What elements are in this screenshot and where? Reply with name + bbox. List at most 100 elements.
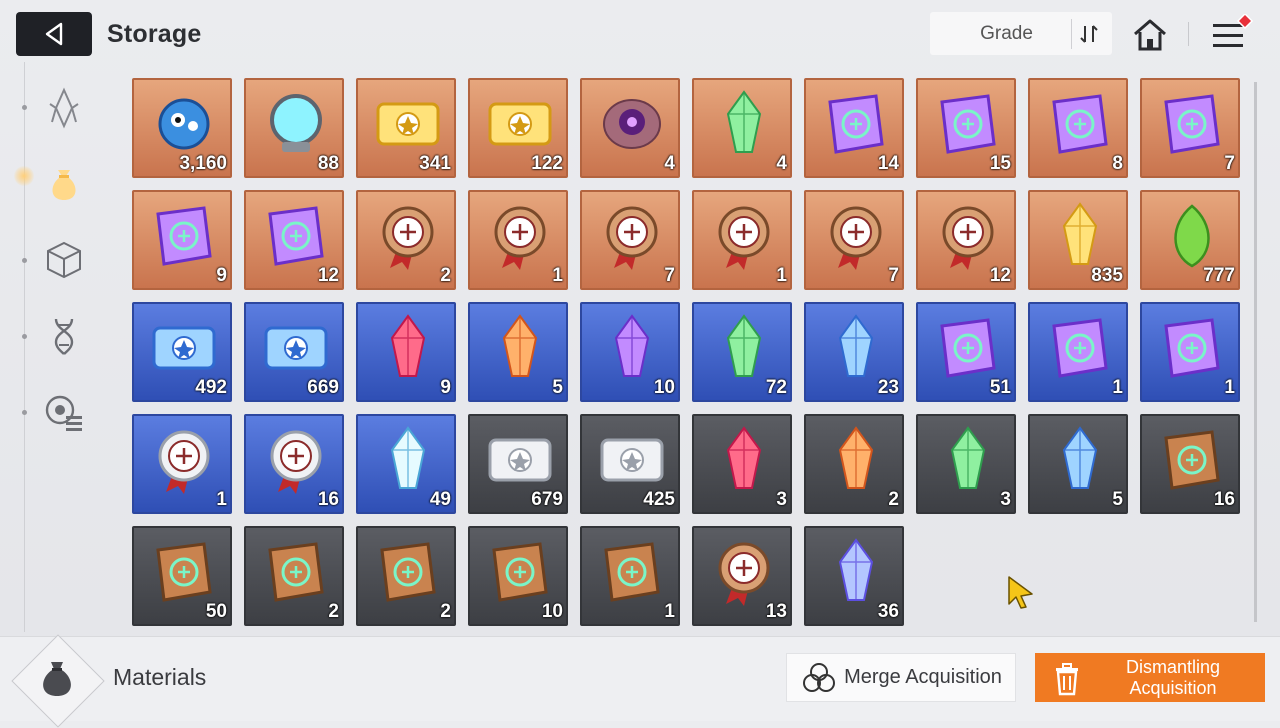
item-slot[interactable]: 1 (580, 526, 680, 626)
orange-gem-icon (838, 426, 874, 489)
item-slot[interactable]: 15 (916, 78, 1016, 178)
wing-medal-icon (718, 206, 770, 270)
item-slot[interactable]: 7 (804, 190, 904, 290)
rune-book-icon (604, 542, 660, 602)
bronze-medal-icon (718, 542, 770, 606)
red-gem-icon (726, 426, 762, 489)
gold-star-ticket-icon (488, 102, 552, 146)
menu-icon[interactable] (1210, 14, 1256, 54)
item-slot[interactable]: 10 (580, 302, 680, 402)
blue-crystal-icon (838, 314, 874, 377)
item-grid: 3,160 88 341 122 4 4 14 15 8 7 9 12 2 1 7 1 7 12 835 777 492… (132, 78, 1242, 628)
item-slot[interactable]: 1 (1028, 302, 1128, 402)
item-slot[interactable]: 9 (132, 190, 232, 290)
rune-medal-icon (942, 206, 994, 270)
item-slot[interactable]: 1 (132, 414, 232, 514)
item-slot[interactable]: 49 (356, 414, 456, 514)
item-slot[interactable]: 122 (468, 78, 568, 178)
item-slot[interactable]: 341 (356, 78, 456, 178)
item-count: 2 (440, 265, 451, 286)
item-slot[interactable]: 7 (1140, 78, 1240, 178)
green-gem-icon (950, 426, 986, 489)
item-slot[interactable]: 777 (1140, 190, 1240, 290)
item-count: 8 (1112, 153, 1123, 174)
rail-dot (22, 105, 27, 110)
item-slot[interactable]: 669 (244, 302, 344, 402)
materials-pouch-icon (43, 662, 71, 696)
sword-medal-icon (382, 206, 434, 270)
item-slot[interactable]: 36 (804, 526, 904, 626)
grade-sort-control[interactable]: Grade (930, 12, 1112, 55)
item-slot[interactable]: 16 (1140, 414, 1240, 514)
dismantle-label: Dismantling Acquisition (1125, 656, 1221, 698)
rail-dot (22, 334, 27, 339)
item-slot[interactable]: 1 (692, 190, 792, 290)
shield-book-icon (156, 542, 212, 602)
cube-icon[interactable] (40, 236, 88, 284)
item-slot[interactable]: 7 (580, 190, 680, 290)
item-slot[interactable]: 679 (468, 414, 568, 514)
item-slot[interactable]: 5 (1028, 414, 1128, 514)
pouch-icon[interactable] (40, 160, 88, 208)
item-count: 2 (888, 489, 899, 510)
item-slot[interactable]: 1 (1140, 302, 1240, 402)
dismantling-acquisition-button[interactable]: Dismantling Acquisition (1035, 653, 1265, 702)
item-slot[interactable]: 23 (804, 302, 904, 402)
item-slot[interactable]: 425 (580, 414, 680, 514)
lightning-medal-icon (830, 206, 882, 270)
lightning-badge-icon (270, 430, 322, 494)
item-slot[interactable]: 14 (804, 78, 904, 178)
red-crystal-icon (390, 314, 426, 377)
item-slot[interactable]: 3 (692, 414, 792, 514)
chip-list-icon[interactable] (40, 388, 88, 436)
item-slot[interactable]: 2 (356, 190, 456, 290)
item-count: 10 (653, 377, 675, 398)
dna-icon[interactable] (40, 312, 88, 360)
merge-acquisition-button[interactable]: Merge Acquisition (786, 653, 1016, 702)
item-slot[interactable]: 13 (692, 526, 792, 626)
trash-icon (1056, 662, 1078, 695)
item-slot[interactable]: 1 (468, 190, 568, 290)
item-count: 88 (317, 153, 339, 174)
shield-manual-icon (940, 94, 996, 154)
item-slot[interactable]: 492 (132, 302, 232, 402)
rail-line (24, 62, 25, 632)
item-slot[interactable]: 835 (1028, 190, 1128, 290)
item-count: 1 (664, 601, 675, 622)
item-slot[interactable]: 51 (916, 302, 1016, 402)
item-count: 777 (1203, 265, 1235, 286)
page-title: Storage (107, 20, 202, 48)
sort-toggle-icon[interactable] (1071, 18, 1106, 49)
home-icon[interactable] (1130, 15, 1170, 55)
item-slot[interactable]: 88 (244, 78, 344, 178)
header-divider (1188, 22, 1189, 46)
item-slot[interactable]: 8 (1028, 78, 1128, 178)
back-button[interactable] (16, 12, 92, 56)
item-slot[interactable]: 2 (356, 526, 456, 626)
item-slot[interactable]: 50 (132, 526, 232, 626)
item-count: 14 (877, 153, 899, 174)
blue-creature-icon (158, 98, 210, 150)
item-slot[interactable]: 16 (244, 414, 344, 514)
item-count: 1 (216, 489, 227, 510)
scrollbar[interactable] (1254, 82, 1257, 622)
item-slot[interactable]: 3,160 (132, 78, 232, 178)
item-count: 669 (307, 377, 339, 398)
item-slot[interactable]: 9 (356, 302, 456, 402)
crystal-icon[interactable] (40, 84, 88, 132)
prism-crystal-icon (838, 538, 874, 601)
item-slot[interactable]: 2 (804, 414, 904, 514)
item-slot[interactable]: 3 (916, 414, 1016, 514)
item-slot[interactable]: 12 (916, 190, 1016, 290)
item-slot[interactable]: 12 (244, 190, 344, 290)
item-slot[interactable]: 2 (244, 526, 344, 626)
item-slot[interactable]: 10 (468, 526, 568, 626)
item-slot[interactable]: 5 (468, 302, 568, 402)
item-slot[interactable]: 72 (692, 302, 792, 402)
eye-manual-icon (1052, 94, 1108, 154)
item-slot[interactable]: 4 (580, 78, 680, 178)
shield-manual-icon (940, 318, 996, 378)
rail-dot (22, 258, 27, 263)
item-slot[interactable]: 4 (692, 78, 792, 178)
lightning-manual-icon (156, 206, 212, 266)
